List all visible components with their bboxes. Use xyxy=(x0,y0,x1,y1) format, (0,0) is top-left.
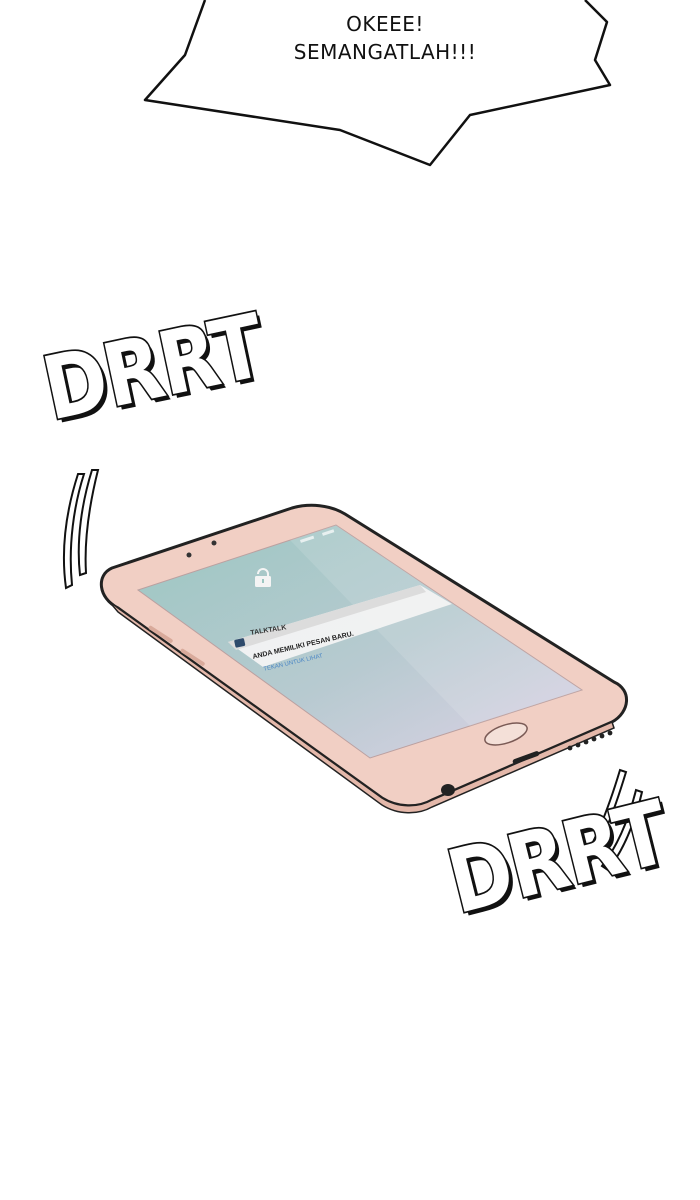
panel-artwork xyxy=(62,0,644,874)
motion-lines-left xyxy=(62,469,100,590)
front-sensor xyxy=(211,540,217,546)
speech-line-1: OKEEE! xyxy=(346,12,424,36)
front-camera xyxy=(186,552,192,558)
headphone-jack xyxy=(441,784,455,796)
speech-line-2: SEMANGATLAH!!! xyxy=(293,40,477,64)
comic-panel: OKEEE! SEMANGATLAH!!! DRRT DRRT TALKTALK… xyxy=(0,0,700,1200)
speech-bubble-text: OKEEE! SEMANGATLAH!!! xyxy=(240,10,530,66)
